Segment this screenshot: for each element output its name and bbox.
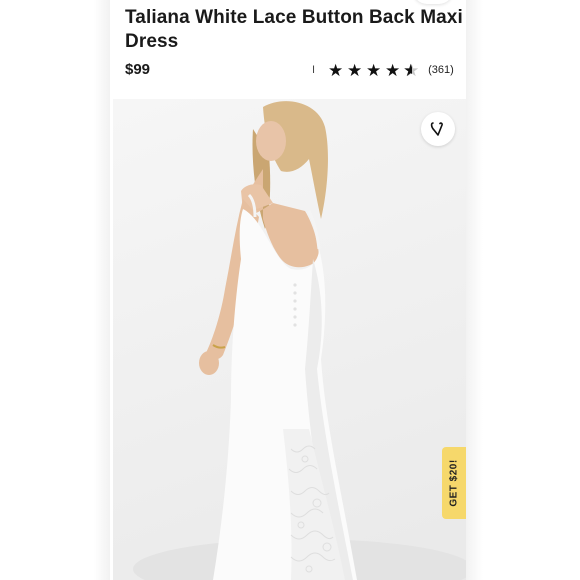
star-icon: ★ [327,60,344,80]
product-rating[interactable]: I ★ ★ ★ ★ ★ (361) [312,60,454,80]
model-photo-illustration [133,101,466,580]
star-icon: ★ [365,60,382,80]
promo-tab[interactable]: GET $20! [442,447,466,519]
review-count[interactable]: (361) [428,64,454,76]
product-image[interactable] [113,99,466,580]
half-star-icon: ★ [403,62,420,79]
product-title: Taliana White Lace Button Back Maxi Dres… [125,7,463,52]
promo-tab-label: GET $20! [448,459,460,507]
product-price: $99 [125,61,151,78]
heart-icon [430,122,443,136]
rating-separator: I [312,64,316,76]
star-icon: ★ [346,60,363,80]
page-right-margin [466,0,580,580]
wishlist-button[interactable] [421,112,455,146]
top-floating-button[interactable] [413,0,453,4]
page-left-margin [0,0,110,580]
rating-stars: ★ ★ ★ ★ ★ [327,62,422,79]
star-icon: ★ [384,60,401,80]
